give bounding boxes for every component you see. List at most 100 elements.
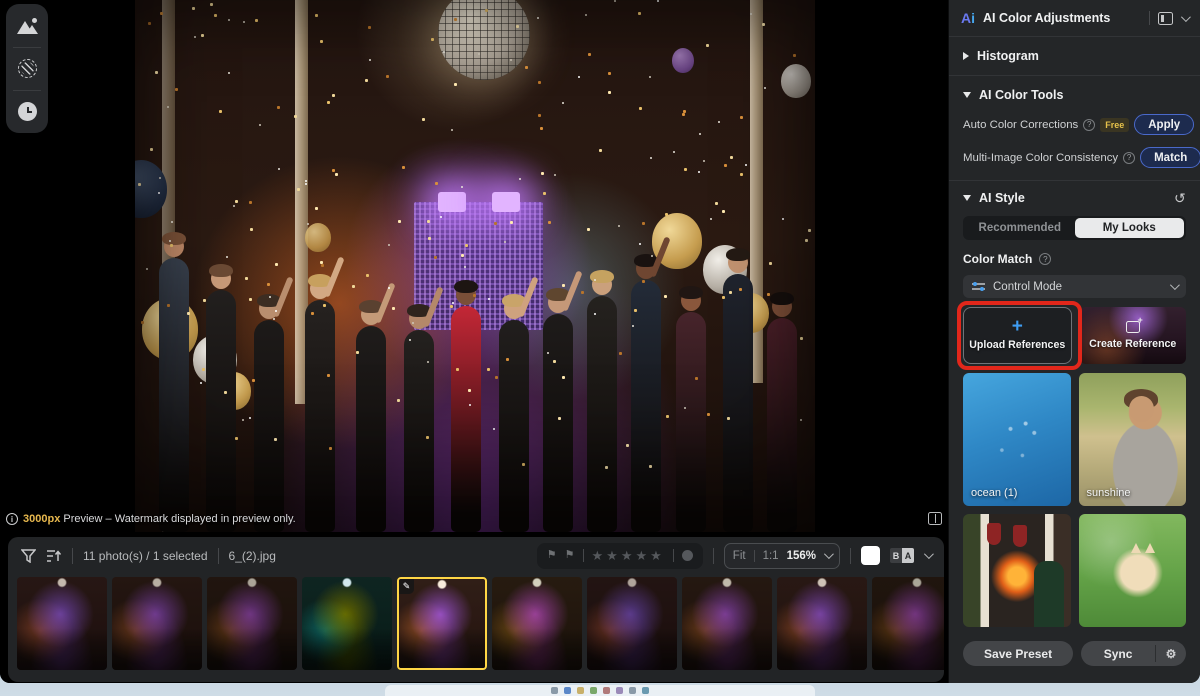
look-thumbnail-sun[interactable]: sunshine [1079, 373, 1187, 506]
ai-enhance-tool-button[interactable] [6, 4, 48, 47]
reference-buttons-row: + Upload References Create Reference [963, 307, 1186, 364]
filmstrip-panel: 11 photo(s) / 1 selected 6_(2).jpg ⚑ ⚑ ★… [8, 537, 944, 682]
control-mode-dropdown[interactable]: Control Mode [963, 275, 1186, 298]
filmstrip-toolbar: 11 photo(s) / 1 selected 6_(2).jpg ⚑ ⚑ ★… [8, 537, 944, 574]
auto-color-corrections-row: Auto Color Corrections ? Free Apply [963, 108, 1186, 141]
upload-references-button[interactable]: + Upload References [963, 307, 1072, 364]
help-icon[interactable]: ? [1039, 253, 1051, 265]
look-thumbnail-cat[interactable] [1079, 514, 1187, 627]
before-after-toggle[interactable]: B A [890, 548, 914, 563]
left-tool-dock [6, 4, 48, 133]
thumbnail[interactable] [207, 577, 297, 670]
thumbnail[interactable] [682, 577, 772, 670]
reset-icon[interactable]: ↻ [1174, 191, 1186, 205]
fit-button[interactable]: Fit [733, 550, 746, 562]
zoom-chevron-icon[interactable] [824, 549, 834, 559]
history-clock-icon [18, 102, 37, 121]
ai-style-section: AI Style ↻ Recommended My Looks Color Ma… [949, 181, 1200, 683]
plus-icon: + [1012, 320, 1023, 334]
style-tabs: Recommended My Looks [963, 216, 1186, 240]
rating-group: ⚑ ⚑ ★★★★★ [537, 543, 703, 569]
sort-icon[interactable] [46, 549, 62, 563]
compare-swatch-button[interactable] [861, 546, 880, 565]
info-icon: i [6, 513, 18, 525]
panel-layout-icon[interactable] [1158, 12, 1173, 25]
consistency-label: Multi-Image Color Consistency [963, 152, 1118, 164]
ai-style-header[interactable]: AI Style ↻ [963, 191, 1186, 205]
party-photo[interactable] [135, 0, 815, 532]
dropdown-chevron-icon [1170, 280, 1180, 290]
tab-recommended[interactable]: Recommended [965, 218, 1075, 238]
match-button[interactable]: Match [1140, 147, 1200, 168]
thumbnail[interactable] [777, 577, 867, 670]
zoom-controls: Fit 1:1 156% [724, 543, 840, 569]
auto-color-label: Auto Color Corrections [963, 119, 1078, 131]
color-match-row: Color Match ? [963, 252, 1186, 266]
create-reference-label: Create Reference [1089, 338, 1176, 350]
panel-header: Ai AI Color Adjustments [949, 0, 1200, 37]
thumbnail[interactable] [872, 577, 944, 670]
saved-looks-grid: ocean (1) sunshine [963, 373, 1186, 627]
control-mode-label: Control Mode [993, 281, 1162, 293]
one-to-one-button[interactable]: 1:1 [763, 550, 779, 562]
histogram-section-header[interactable]: Histogram [949, 37, 1200, 76]
panel-chevron-icon[interactable] [1181, 12, 1191, 22]
thumbnail-selected[interactable]: ✎ [397, 577, 487, 670]
filter-icon[interactable] [21, 549, 36, 563]
sync-label: Sync [1081, 641, 1155, 666]
history-tool-button[interactable] [6, 90, 48, 133]
reject-flag-icon[interactable]: ⚑ [565, 550, 575, 561]
thumbnail[interactable] [112, 577, 202, 670]
thumbnail[interactable] [302, 577, 392, 670]
preset-actions-row: Save Preset Sync ⚙ [963, 641, 1186, 678]
texture-tool-button[interactable] [6, 47, 48, 90]
collapsed-arrow-icon [963, 52, 969, 60]
ai-style-label: AI Style [979, 191, 1025, 205]
gear-icon[interactable]: ⚙ [1156, 641, 1186, 666]
preview-watermark-note: i 3000px Preview – Watermark displayed i… [6, 513, 296, 525]
grain-texture-icon [18, 59, 37, 78]
color-consistency-row: Multi-Image Color Consistency ? Match [963, 141, 1186, 174]
help-icon[interactable]: ? [1083, 119, 1095, 131]
sync-button[interactable]: Sync ⚙ [1081, 641, 1186, 666]
histogram-label: Histogram [977, 49, 1039, 63]
thumbnail-strip: ✎ [8, 574, 944, 670]
edited-badge-icon: ✎ [399, 579, 414, 594]
upload-references-label: Upload References [969, 339, 1065, 351]
thumbnail[interactable] [492, 577, 582, 670]
create-reference-button[interactable]: Create Reference [1080, 307, 1187, 364]
free-badge: Free [1100, 118, 1129, 132]
look-thumbnail-fire[interactable] [963, 514, 1071, 627]
ai-color-tools-section: AI Color Tools Auto Color Corrections ? … [949, 76, 1200, 181]
current-filename: 6_(2).jpg [229, 549, 276, 563]
photo-vignette [135, 0, 815, 532]
help-icon[interactable]: ? [1123, 152, 1135, 164]
preview-size: 3000px [23, 513, 60, 525]
ai-color-tools-header[interactable]: AI Color Tools [963, 88, 1186, 102]
expanded-arrow-icon [963, 92, 971, 98]
look-label: ocean (1) [971, 487, 1017, 499]
apply-button[interactable]: Apply [1134, 114, 1194, 135]
expanded-arrow-icon [963, 195, 971, 201]
copy-add-icon [1126, 321, 1140, 333]
sliders-icon [972, 281, 985, 292]
pick-flag-icon[interactable]: ⚑ [547, 550, 557, 561]
zoom-level[interactable]: 156% [787, 550, 816, 562]
thumbnail[interactable] [587, 577, 677, 670]
look-thumbnail-ocean[interactable]: ocean (1) [963, 373, 1071, 506]
thumbnail[interactable] [17, 577, 107, 670]
compare-chevron-icon[interactable] [924, 549, 934, 559]
star-rating[interactable]: ★★★★★ [592, 549, 665, 562]
look-label: sunshine [1087, 487, 1131, 499]
preview-note-text: Preview – Watermark displayed in preview… [63, 513, 295, 525]
ai-color-tools-label: AI Color Tools [979, 88, 1064, 102]
macos-dock[interactable] [385, 685, 815, 696]
editor-canvas: i 3000px Preview – Watermark displayed i… [0, 0, 948, 683]
ai-color-adjustments-panel: Ai AI Color Adjustments Histogram AI Col… [948, 0, 1200, 683]
split-view-icon[interactable] [928, 512, 942, 525]
before-label: B [890, 548, 902, 563]
tab-my-looks[interactable]: My Looks [1075, 218, 1185, 238]
color-label-dot[interactable] [682, 550, 693, 561]
save-preset-button[interactable]: Save Preset [963, 641, 1073, 666]
ai-logo: Ai [961, 10, 975, 26]
